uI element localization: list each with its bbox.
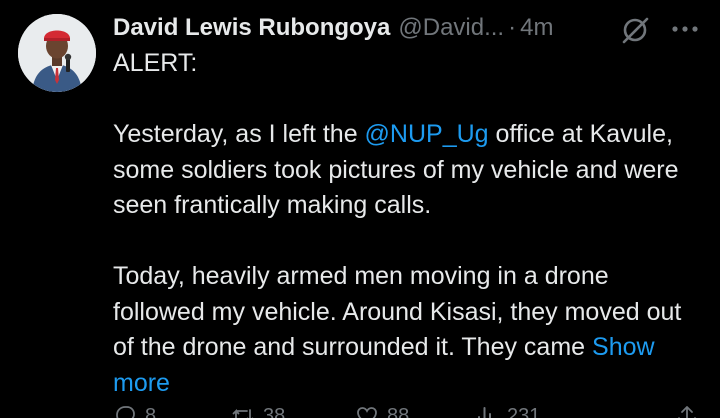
paragraph-2: Today, heavily armed men moving in a dro…	[113, 259, 703, 401]
more-options-icon[interactable]	[668, 16, 702, 42]
retweet-count: 38	[263, 404, 286, 418]
user-avatar-icon	[18, 14, 96, 92]
paragraph-1: Yesterday, as I left the @NUP_Ug office …	[113, 117, 703, 224]
alert-line: ALERT:	[113, 49, 198, 77]
like-count: 88	[387, 404, 410, 418]
author-display-name[interactable]: David Lewis Rubongoya	[113, 14, 390, 42]
mention-link[interactable]: @NUP_Ug	[365, 120, 489, 148]
tweet: David Lewis Rubongoya @David... · 4m ALE…	[0, 0, 720, 418]
like-button[interactable]: 88	[355, 404, 409, 418]
tweet-text: ALERT: Yesterday, as I left the @NUP_Ug …	[113, 46, 703, 401]
separator-dot: ·	[508, 14, 517, 41]
views-icon	[478, 407, 496, 418]
reply-count: 8	[145, 404, 157, 418]
action-bar: 8 38 88 231	[113, 404, 713, 418]
avatar[interactable]	[18, 14, 96, 92]
tweet-header: David Lewis Rubongoya @David... · 4m	[113, 11, 553, 45]
grok-icon[interactable]	[620, 14, 652, 46]
tweet-timestamp[interactable]: 4m	[520, 14, 553, 42]
share-button[interactable]	[675, 404, 699, 418]
author-handle[interactable]: @David...	[398, 14, 504, 42]
like-icon	[357, 407, 377, 418]
retweet-button[interactable]: 38	[231, 404, 285, 418]
share-icon	[678, 406, 696, 418]
views-count: 231	[507, 404, 541, 418]
views-button[interactable]: 231	[475, 404, 540, 418]
retweet-icon	[232, 408, 254, 418]
paragraph-1-lead: Yesterday, as I left the	[113, 120, 365, 148]
reply-icon	[116, 406, 135, 418]
reply-button[interactable]: 8	[113, 404, 156, 418]
